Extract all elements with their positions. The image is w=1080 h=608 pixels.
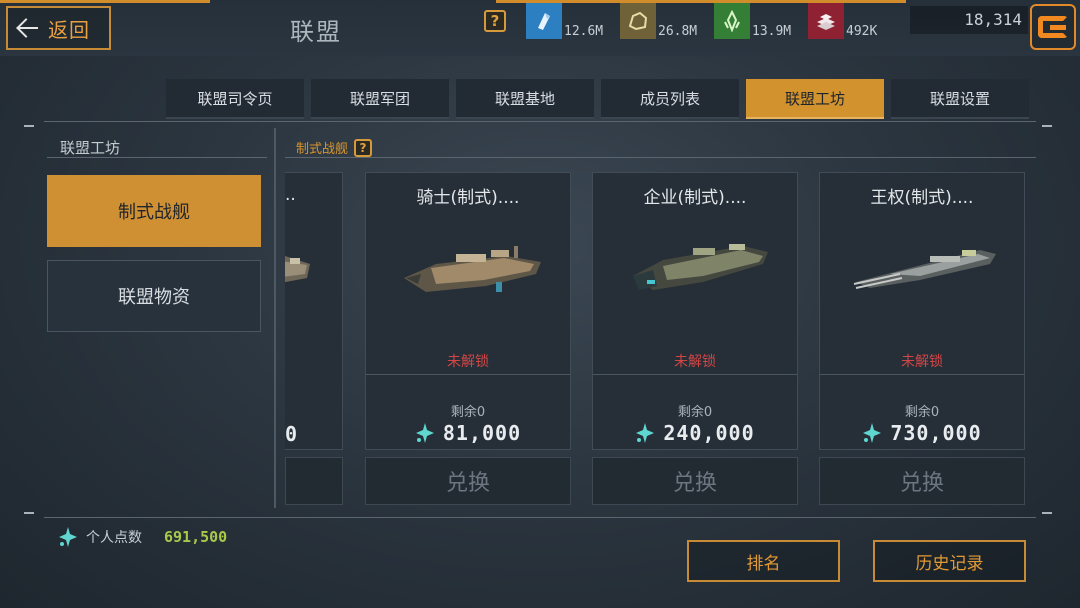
resource-value: 26.8M xyxy=(658,24,698,39)
frame-corner xyxy=(24,512,34,514)
price-row: 730,000 xyxy=(820,421,1024,445)
exchange-button-partial[interactable] xyxy=(285,457,343,505)
tab-alliance-command[interactable]: 联盟司令页 xyxy=(166,79,304,119)
section-title: 制式战舰 xyxy=(296,142,349,157)
tab-member-list[interactable]: 成员列表 xyxy=(601,79,739,119)
green-crystal-icon xyxy=(714,3,750,39)
ore-rock-icon xyxy=(620,3,656,39)
card-name: 王权(制式).... xyxy=(870,188,974,208)
credits-counter: 18,314 xyxy=(910,6,1028,34)
warship-image xyxy=(853,250,996,289)
currency-logo-icon xyxy=(1038,16,1068,38)
alliance-points-icon xyxy=(415,423,435,443)
ship-card-partial[interactable]: .. 0 xyxy=(285,172,343,450)
card-price: 240,000 xyxy=(663,421,755,445)
metal-ingot-icon xyxy=(808,3,844,39)
frame-corner xyxy=(1042,512,1052,514)
resource-value: 12.6M xyxy=(564,24,604,39)
warship-image xyxy=(285,256,310,283)
remaining-count: 剩余0 xyxy=(904,405,940,420)
sidebar-title: 联盟工坊 xyxy=(60,139,121,157)
resource-value: 13.9M xyxy=(752,24,792,39)
warship-image xyxy=(633,244,768,290)
section-header: 制式战舰 ? xyxy=(296,138,373,157)
crystal-shard-icon xyxy=(526,3,562,39)
card-name: .. xyxy=(285,185,296,205)
resource-metal[interactable]: 492K xyxy=(808,3,877,39)
panel-divider xyxy=(274,128,276,508)
exchange-button[interactable]: 兑换 xyxy=(592,457,798,505)
card-divider xyxy=(593,374,797,375)
top-accent-line xyxy=(0,0,210,3)
lock-status: 未解锁 xyxy=(674,354,716,370)
help-icon[interactable]: ? xyxy=(484,10,506,32)
card-price: 0 xyxy=(285,422,298,446)
resource-value: 492K xyxy=(846,24,878,39)
card-price: 730,000 xyxy=(890,421,982,445)
back-arrow-icon xyxy=(16,17,38,39)
card-price: 81,000 xyxy=(442,421,522,445)
content-title-divider xyxy=(285,157,1036,158)
alliance-points-icon xyxy=(862,423,882,443)
points-value: 691,500 xyxy=(164,528,228,546)
exchange-button[interactable]: 兑换 xyxy=(365,457,571,505)
alliance-points-icon xyxy=(58,527,78,547)
ship-card[interactable]: 骑士(制式).... 未解锁 剩余0 81,000 xyxy=(365,172,571,450)
panel-bottom-border xyxy=(44,517,1036,518)
lock-status: 未解锁 xyxy=(901,354,943,370)
resource-ore[interactable]: 26.8M xyxy=(620,3,697,39)
rank-button[interactable]: 排名 xyxy=(687,540,840,582)
history-button[interactable]: 历史记录 xyxy=(873,540,1026,582)
sidebar-item-alliance-supplies[interactable]: 联盟物资 xyxy=(47,260,261,332)
alliance-points-icon xyxy=(635,423,655,443)
frame-corner xyxy=(24,125,34,127)
back-label: 返回 xyxy=(48,17,90,42)
page-title: 联盟 xyxy=(290,18,342,46)
remaining-count: 剩余0 xyxy=(450,405,486,420)
price-row: 240,000 xyxy=(593,421,797,445)
price-row: 81,000 xyxy=(366,421,570,445)
resource-green-crystal[interactable]: 13.9M xyxy=(714,3,791,39)
ship-card[interactable]: 企业(制式).... 未解锁 剩余0 240,000 xyxy=(592,172,798,450)
tab-alliance-legion[interactable]: 联盟军团 xyxy=(311,79,449,119)
exchange-button[interactable]: 兑换 xyxy=(819,457,1025,505)
card-divider xyxy=(820,374,1024,375)
lock-status: 未解锁 xyxy=(447,354,489,370)
tab-alliance-settings[interactable]: 联盟设置 xyxy=(891,79,1029,119)
help-icon[interactable]: ? xyxy=(354,138,373,157)
frame-corner xyxy=(1042,125,1052,127)
remaining-count: 剩余0 xyxy=(677,405,713,420)
personal-points: 个人点数 691,500 xyxy=(58,527,227,547)
points-label: 个人点数 xyxy=(86,530,142,546)
back-button[interactable]: 返回 xyxy=(6,6,111,50)
tab-alliance-base[interactable]: 联盟基地 xyxy=(456,79,594,119)
ship-card[interactable]: 王权(制式).... 未解锁 剩余0 730,000 xyxy=(819,172,1025,450)
card-name: 企业(制式).... xyxy=(643,188,747,208)
card-name: 骑士(制式).... xyxy=(416,188,520,208)
tab-alliance-workshop[interactable]: 联盟工坊 xyxy=(746,79,884,119)
panel-top-border xyxy=(44,121,1036,122)
currency-shop-button[interactable] xyxy=(1030,4,1076,50)
card-divider xyxy=(366,374,570,375)
sidebar-item-standard-warships[interactable]: 制式战舰 xyxy=(47,175,261,247)
resource-crystal[interactable]: 12.6M xyxy=(526,3,603,39)
warship-image xyxy=(404,246,541,292)
